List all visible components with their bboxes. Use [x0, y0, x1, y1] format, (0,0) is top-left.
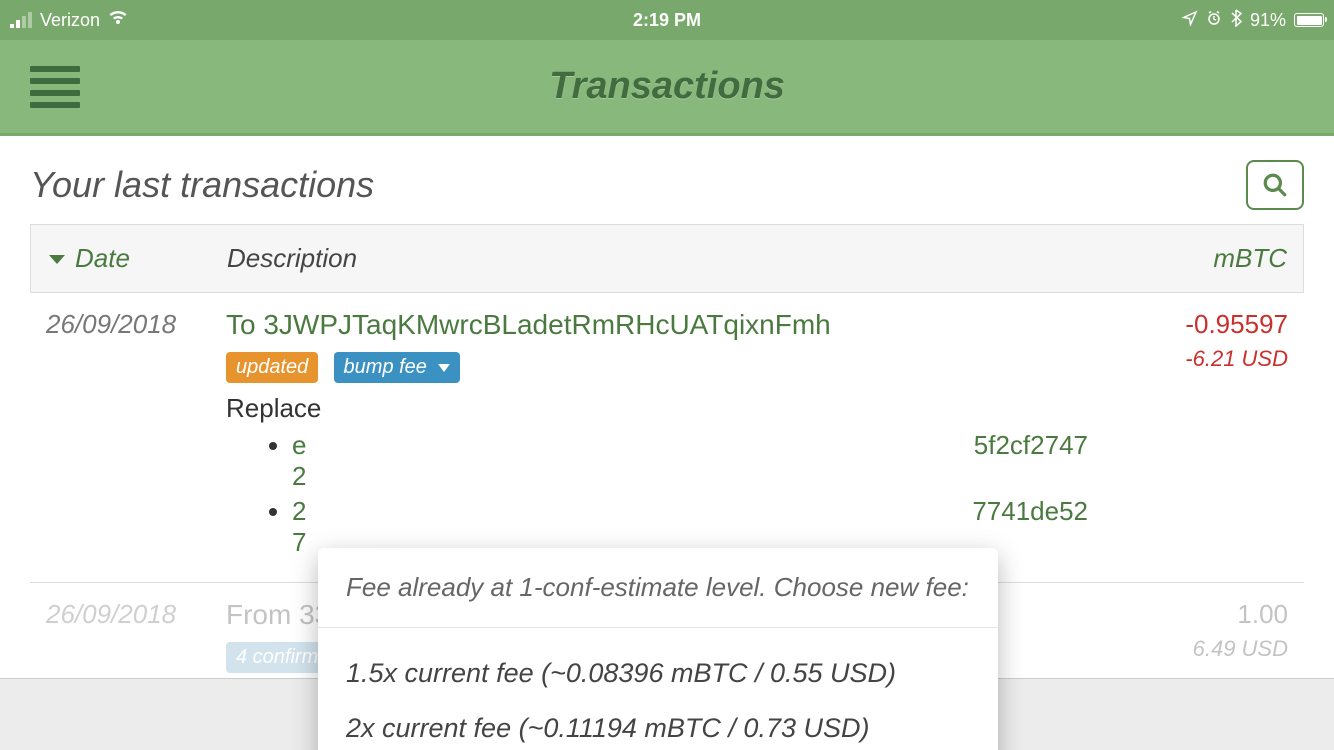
amount-usd: 6.49 USD: [1088, 636, 1288, 662]
popover-heading: Fee already at 1-conf-estimate level. Ch…: [318, 548, 998, 628]
replaced-tx-list: e 5f2cf2747 2 2 7741de52 7: [292, 428, 1088, 560]
column-header-description: Description: [227, 243, 1117, 274]
wifi-icon: [108, 10, 128, 31]
amount-mbtc: 1.00: [1088, 599, 1288, 630]
app-header: Transactions: [0, 40, 1334, 136]
replaces-label: Replace: [226, 393, 1088, 424]
updated-badge: updated: [226, 352, 318, 383]
transaction-address: To 3JWPJTaqKMwrcBLadetRmRHcUATqixnFmh: [226, 309, 1088, 341]
carrier-label: Verizon: [40, 10, 100, 31]
amount-mbtc: -0.95597: [1088, 309, 1288, 340]
bump-fee-popover: Fee already at 1-conf-estimate level. Ch…: [318, 548, 998, 750]
alarm-icon: [1206, 10, 1222, 31]
status-time: 2:19 PM: [633, 10, 701, 31]
transaction-row[interactable]: 26/09/2018 To 3JWPJTaqKMwrcBLadetRmRHcUA…: [30, 293, 1304, 583]
location-icon: [1182, 10, 1198, 31]
transaction-amount: 1.00 6.49 USD: [1088, 599, 1288, 673]
column-date-label: Date: [75, 243, 130, 274]
menu-button[interactable]: [30, 66, 80, 108]
page-title: Transactions: [549, 65, 785, 108]
section-title: Your last transactions: [30, 164, 374, 206]
content-area: Your last transactions Date Description …: [0, 136, 1334, 750]
caret-down-icon: [438, 364, 450, 372]
status-left: Verizon: [10, 10, 128, 31]
bluetooth-icon: [1230, 9, 1242, 32]
cellular-signal-icon: [10, 12, 32, 28]
search-button[interactable]: [1246, 160, 1304, 210]
status-right: 91%: [1182, 9, 1324, 32]
transaction-date: 26/09/2018: [46, 599, 226, 673]
ios-status-bar: Verizon 2:19 PM 91%: [0, 0, 1334, 40]
transaction-amount: -0.95597 -6.21 USD: [1088, 309, 1288, 560]
replaced-tx[interactable]: e 5f2cf2747 2: [292, 428, 1088, 494]
fee-option[interactable]: 1.5x current fee (~0.08396 mBTC / 0.55 U…: [346, 646, 970, 701]
amount-usd: -6.21 USD: [1088, 346, 1288, 372]
search-icon: [1262, 172, 1288, 198]
battery-pct: 91%: [1250, 10, 1286, 31]
chevron-down-icon: [47, 243, 67, 274]
column-header-amount[interactable]: mBTC: [1117, 243, 1287, 274]
column-header-date[interactable]: Date: [47, 243, 227, 274]
fee-option[interactable]: 2x current fee (~0.11194 mBTC / 0.73 USD…: [346, 701, 970, 750]
transaction-date: 26/09/2018: [46, 309, 226, 560]
table-header: Date Description mBTC: [30, 224, 1304, 293]
bump-fee-button[interactable]: bump fee: [334, 352, 461, 383]
battery-icon: [1294, 13, 1324, 27]
transaction-description: To 3JWPJTaqKMwrcBLadetRmRHcUATqixnFmh up…: [226, 309, 1088, 560]
